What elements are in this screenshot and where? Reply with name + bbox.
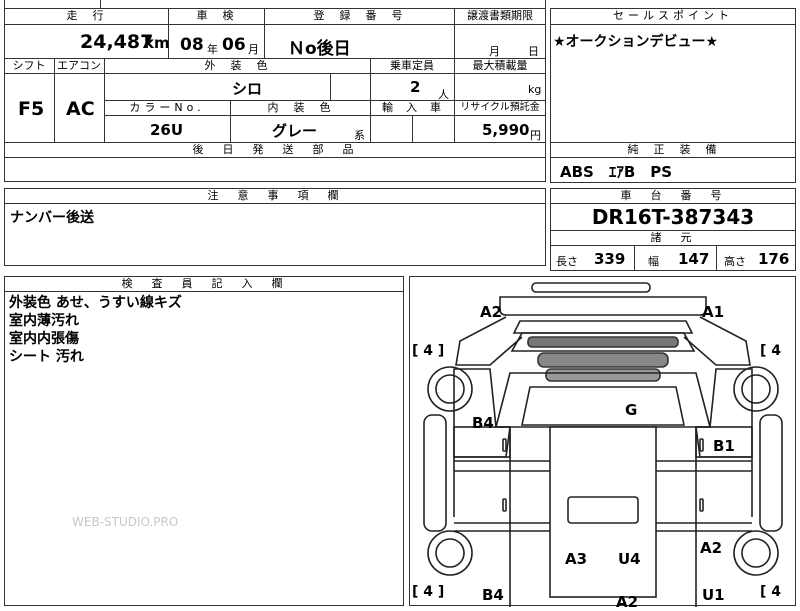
recycle-header: リサイクル預託金: [460, 102, 540, 113]
tire-tread-bottom-right: [ 4: [760, 584, 782, 600]
damage-mark-u4-bed: U4: [618, 550, 641, 568]
color-no-header: カラーNo.: [129, 101, 205, 114]
damage-mark-a1-top-right: A1: [702, 303, 725, 321]
mileage-header: 走 行: [66, 9, 106, 22]
vehicle-diagram-panel: A2 A1 G B4 B1 A3 U4 A2 B4 A2 U1 [ 4 ] [ …: [409, 276, 796, 611]
recycle-unit: 円: [530, 129, 541, 142]
mileage-value: 24,487: [80, 31, 154, 53]
damage-mark-b4-bottom-left: B4: [482, 586, 504, 604]
truck-diagram-svg: [423, 282, 783, 607]
mileage-unit: km: [144, 34, 170, 52]
recycle-value: 5,990: [482, 121, 530, 139]
length-value: 339: [594, 250, 626, 268]
capacity-header: 乗車定員: [390, 59, 434, 72]
chassis-header: 車 台 番 号: [620, 189, 726, 202]
damage-mark-a2-right-lower: A2: [700, 539, 723, 557]
transfer-deadline-header: 譲渡書類期限: [467, 9, 533, 22]
damage-mark-u1-bottom-right: U1: [702, 586, 725, 604]
notes-header: 注 意 事 項 欄: [207, 189, 343, 202]
damage-mark-a2-top-left: A2: [480, 303, 503, 321]
tire-tread-top-right: [ 4: [760, 343, 782, 359]
inspection-year-unit: 年: [207, 43, 218, 56]
max-load-unit: kg: [528, 83, 542, 96]
standard-equipment-header: 純 正 装 備: [627, 143, 719, 156]
shift-header: シフト: [12, 59, 46, 72]
chassis-number: DR16T-387343: [591, 205, 755, 229]
inspection-month: 06: [222, 35, 246, 55]
interior-color-header: 内 装 色: [267, 101, 333, 114]
height-value: 176: [758, 250, 790, 268]
shift-value: F5: [18, 98, 45, 120]
damage-mark-a2-bottom-center: A2: [616, 593, 639, 611]
inspector-line-4: シート 汚れ: [9, 349, 84, 365]
capacity-value: 2: [410, 78, 421, 96]
inspector-line-2: 室内薄汚れ: [9, 313, 79, 329]
inspector-line-1: 外装色 あせ、うすい線キズ: [9, 295, 182, 311]
wheel-rear-right: [733, 530, 779, 576]
inspector-header: 検 査 員 記 入 欄: [121, 277, 287, 290]
exterior-color-header: 外 装 色: [204, 59, 270, 72]
color-no-value: 26U: [150, 121, 184, 139]
exterior-color-value: シロ: [232, 80, 263, 98]
damage-mark-b1-right: B1: [713, 437, 735, 455]
inspector-line-3: 室内内張傷: [9, 331, 79, 347]
registration-value: Ｎo後日: [288, 39, 351, 59]
interior-color-value: グレー: [272, 122, 318, 140]
sales-point-header: セールスポイント: [613, 9, 733, 22]
length-label: 長さ: [556, 255, 578, 268]
spec-header: 諸 元: [650, 231, 696, 244]
standard-equipment-text: ABS ｴｱB PS: [560, 163, 673, 181]
max-load-header: 最大積載量: [472, 59, 528, 72]
notes-text: ナンバー後送: [10, 210, 94, 226]
wheel-front-left: [427, 366, 473, 412]
width-label: 幅: [648, 255, 659, 268]
transfer-day-unit: 日: [528, 45, 539, 58]
watermark: WEB-STUDIO.PRO: [72, 515, 179, 529]
width-value: 147: [678, 250, 710, 268]
import-header: 輸 入 車: [382, 101, 442, 114]
tire-tread-top-left: [ 4 ]: [412, 343, 445, 359]
interior-color-suffix: 系: [354, 129, 365, 142]
transfer-month-unit: 月: [489, 45, 500, 58]
wheel-front-right: [733, 366, 779, 412]
later-parts-header: 後 日 発 送 部 品: [192, 143, 358, 156]
aircon-header: エアコン: [57, 59, 101, 72]
inspection-year: 08: [180, 35, 204, 55]
damage-mark-a3-bed: A3: [565, 550, 588, 568]
inspection-month-unit: 月: [248, 43, 259, 56]
aircon-value: AC: [66, 98, 95, 120]
damage-mark-b4-left: B4: [472, 414, 494, 432]
wheel-rear-left: [427, 530, 473, 576]
height-label: 高さ: [724, 255, 746, 268]
tire-tread-bottom-left: [ 4 ]: [412, 584, 445, 600]
front-bumper-outline: [499, 296, 707, 316]
registration-header: 登 録 番 号: [313, 9, 405, 22]
damage-mark-g-roof: G: [625, 401, 638, 419]
sales-point-text: ★オークションデビュー★: [553, 34, 719, 50]
inspection-header: 車 検: [196, 9, 236, 22]
front-bumper-shape: [531, 282, 651, 293]
